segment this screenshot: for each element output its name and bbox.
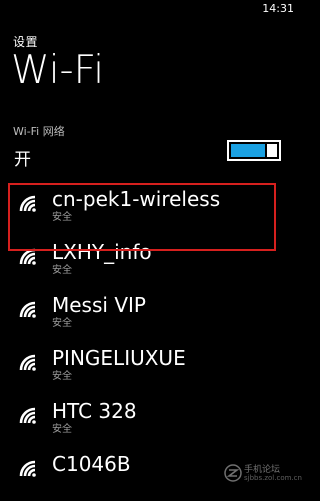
network-status: 安全: [52, 371, 72, 382]
wifi-signal-icon: [19, 248, 36, 265]
network-name: C1046B: [52, 452, 131, 476]
wifi-signal-icon: [19, 460, 36, 477]
wifi-toggle-state: 开: [14, 150, 31, 170]
status-time: 14:31: [262, 2, 294, 15]
network-status: 安全: [52, 424, 72, 435]
wifi-signal-icon: [19, 354, 36, 371]
wifi-signal-icon: [19, 301, 36, 318]
wifi-toggle-label: Wi-Fi 网络: [13, 125, 65, 138]
network-item[interactable]: LXHY_info 安全: [0, 236, 300, 289]
network-item[interactable]: PINGELIUXUE 安全: [0, 342, 300, 395]
network-name: PINGELIUXUE: [52, 346, 186, 370]
network-item[interactable]: Messi VIP 安全: [0, 289, 300, 342]
toggle-fill: [231, 144, 265, 157]
network-list: cn-pek1-wireless 安全 LXHY_info 安全 Messi V…: [0, 183, 300, 501]
wifi-toggle-switch[interactable]: [227, 140, 281, 161]
zol-logo-icon: [224, 464, 242, 482]
watermark-line2: sjbbs.zol.com.cn: [244, 474, 302, 482]
network-name: LXHY_info: [52, 240, 152, 264]
toggle-thumb: [267, 144, 277, 157]
wifi-signal-icon: [19, 407, 36, 424]
network-status: 安全: [52, 265, 72, 276]
network-item[interactable]: cn-pek1-wireless 安全: [0, 183, 300, 236]
wifi-signal-icon: [19, 195, 36, 212]
network-item[interactable]: HTC 328 安全: [0, 395, 300, 448]
network-status: 安全: [52, 212, 72, 223]
watermark: 手机论坛 sjbbs.zol.com.cn: [224, 462, 302, 488]
network-name: cn-pek1-wireless: [52, 187, 221, 211]
page-title: Wi-Fi: [11, 48, 105, 93]
status-bar: 14:31: [0, 0, 300, 18]
network-name: Messi VIP: [52, 293, 146, 317]
network-name: HTC 328: [52, 399, 137, 423]
network-status: 安全: [52, 318, 72, 329]
